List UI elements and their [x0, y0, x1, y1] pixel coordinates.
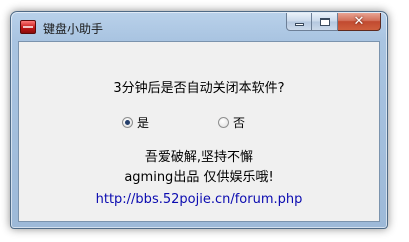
- prompt-text: 3分钟后是否自动关闭本软件?: [113, 81, 285, 96]
- dialog-window: 键盘小助手 ✕ 3分钟后是否自动关闭本软件? 是 否 吾爱破解,坚持不懈 agm…: [10, 11, 388, 229]
- window-title: 键盘小助手: [43, 22, 104, 36]
- caption-buttons: ✕: [286, 13, 381, 32]
- close-icon: ✕: [353, 14, 365, 29]
- slogan-text: 吾爱破解,坚持不懈: [144, 150, 254, 165]
- forum-link[interactable]: http://bbs.52pojie.cn/forum.php: [19, 192, 379, 207]
- radio-yes-label[interactable]: 是: [137, 114, 149, 131]
- dialog-content: 3分钟后是否自动关闭本软件? 是 否 吾爱破解,坚持不懈 agming出品 仅供…: [18, 41, 380, 222]
- radio-no-label[interactable]: 否: [233, 114, 245, 131]
- credit-text: agming出品 仅供娱乐哦!: [124, 170, 274, 185]
- radio-no[interactable]: 否: [218, 114, 245, 131]
- radio-yes[interactable]: 是: [122, 114, 149, 131]
- radio-selected-dot: [125, 120, 130, 125]
- maximize-button[interactable]: [312, 13, 338, 31]
- radio-no-indicator[interactable]: [218, 117, 229, 128]
- title-bar[interactable]: 键盘小助手 ✕: [11, 12, 387, 42]
- minimize-icon: [294, 23, 304, 26]
- minimize-button[interactable]: [286, 13, 312, 31]
- radio-yes-indicator[interactable]: [122, 117, 133, 128]
- maximize-icon: [319, 17, 330, 26]
- close-button[interactable]: ✕: [338, 13, 381, 31]
- app-icon[interactable]: [20, 20, 36, 34]
